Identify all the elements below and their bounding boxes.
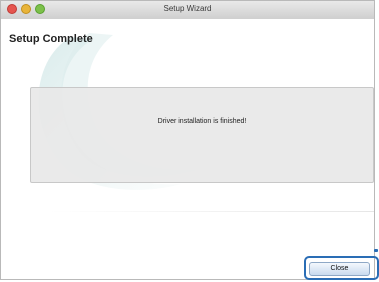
close-button[interactable]: Close [309,262,370,276]
status-message: Driver installation is finished! [157,118,247,125]
setup-wizard-window: Setup Wizard Setup Complete Driver insta… [0,0,375,280]
wizard-content: Setup Complete Driver installation is fi… [1,19,374,279]
title-bar[interactable]: Setup Wizard [1,1,374,20]
window-title: Setup Wizard [163,4,212,13]
divider [49,211,374,212]
page-title: Setup Complete [9,33,93,45]
message-panel: Driver installation is finished! [30,87,374,183]
highlight-accent [374,249,378,252]
